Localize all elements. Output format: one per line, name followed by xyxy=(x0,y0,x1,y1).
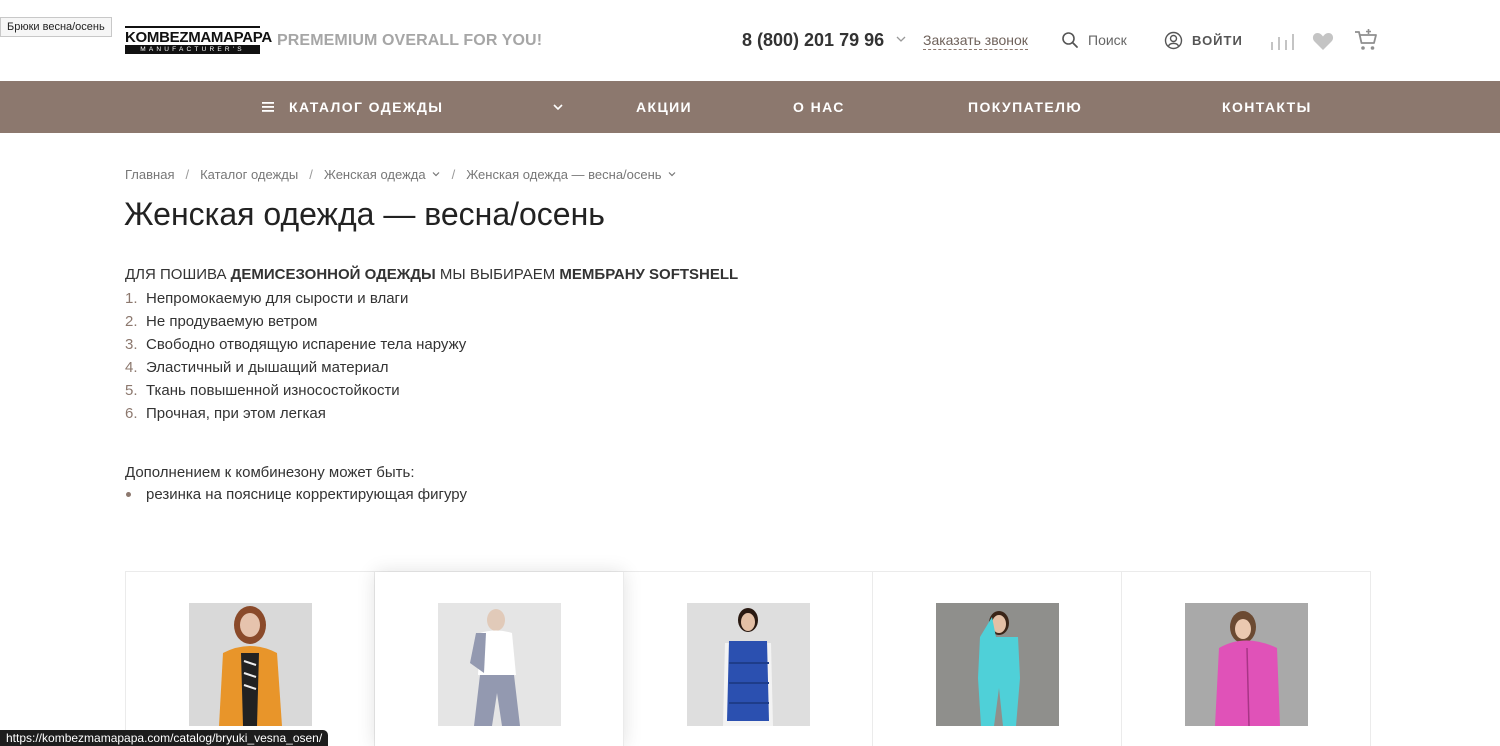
product-image[interactable] xyxy=(189,603,312,726)
chevron-down-icon[interactable] xyxy=(667,169,677,179)
product-image[interactable] xyxy=(438,603,561,726)
list-text: Эластичный и дышащий материал xyxy=(146,359,389,376)
nav-contacts[interactable]: КОНТАКТЫ xyxy=(1222,81,1312,133)
cart-icon[interactable] xyxy=(1354,28,1378,52)
status-bar-url: https://kombezmamapapa.com/catalog/bryuk… xyxy=(0,730,329,746)
intro-bold: ДЕМИСЕЗОННОЙ ОДЕЖДЫ xyxy=(230,266,436,283)
nav-sale[interactable]: АКЦИИ xyxy=(636,81,692,133)
list-item: 5. Ткань повышенной износостойкости xyxy=(125,379,466,402)
nav-buyer[interactable]: ПОКУПАТЕЛЮ xyxy=(968,81,1082,133)
header: KOMBEZMAMAPAPA MANUFACTURER'S PREMEMIUM … xyxy=(0,0,1500,81)
logo[interactable]: KOMBEZMAMAPAPA MANUFACTURER'S xyxy=(125,26,272,56)
addon-item: резинка на пояснице корректирующая фигур… xyxy=(125,485,467,503)
product-card[interactable] xyxy=(624,572,873,746)
slogan: PREMEMIUM OVERALL FOR YOU! xyxy=(277,32,543,49)
features-list: 1. Непромокаемую для сырости и влаги 2. Не… xyxy=(125,287,466,425)
list-item: 6. Прочная, при этом легкая xyxy=(125,402,466,425)
list-number: 4. xyxy=(125,359,138,376)
list-item: 4. Эластичный и дышащий материал xyxy=(125,356,466,379)
list-number: 3. xyxy=(125,336,138,353)
product-card[interactable] xyxy=(873,572,1122,746)
main-nav: КАТАЛОГ ОДЕЖДЫ АКЦИИ О НАС ПОКУПАТЕЛЮ КО… xyxy=(0,81,1500,133)
page-title: Женская одежда — весна/осень xyxy=(124,196,605,232)
list-number: 2. xyxy=(125,313,138,330)
breadcrumb-women[interactable]: Женская одежда xyxy=(324,167,426,182)
list-number: 6. xyxy=(125,405,138,422)
nav-about[interactable]: О НАС xyxy=(793,81,845,133)
logo-subtitle: MANUFACTURER'S xyxy=(125,45,260,54)
logo-wordmark: KOMBEZMAMAPAPA xyxy=(125,26,272,46)
product-card[interactable] xyxy=(1122,572,1371,746)
list-text: Ткань повышенной износостойкости xyxy=(146,382,400,399)
chevron-down-icon[interactable] xyxy=(552,101,564,113)
login-button[interactable]: ВОЙТИ xyxy=(1164,30,1243,50)
tooltip: Брюки весна/осень xyxy=(0,17,112,37)
chevron-down-icon[interactable] xyxy=(431,169,441,179)
product-image[interactable] xyxy=(936,603,1059,726)
list-number: 5. xyxy=(125,382,138,399)
breadcrumb-separator: / xyxy=(309,166,313,182)
breadcrumb-separator: / xyxy=(185,166,190,182)
user-icon xyxy=(1164,31,1183,49)
bullet-icon xyxy=(126,491,131,497)
breadcrumb: Главная / Каталог одежды / Женская одежд… xyxy=(125,166,677,182)
list-item: 2. Не продуваемую ветром xyxy=(125,310,466,333)
product-image[interactable] xyxy=(687,603,810,726)
list-item: 3. Свободно отводящую испарение тела нару… xyxy=(125,333,466,356)
product-image[interactable] xyxy=(1185,603,1308,726)
chevron-down-icon[interactable] xyxy=(895,32,907,46)
breadcrumb-separator: / xyxy=(451,166,456,182)
heart-icon[interactable] xyxy=(1312,31,1334,51)
product-card[interactable] xyxy=(375,572,624,746)
compare-icon[interactable] xyxy=(1270,31,1294,51)
callback-link[interactable]: Заказать звонок xyxy=(923,32,1028,50)
login-label: ВОЙТИ xyxy=(1192,32,1243,48)
addon-title: Дополнением к комбинезону может быть: xyxy=(125,464,415,481)
list-number: 1. xyxy=(125,290,138,307)
intro-text: ДЛЯ ПОШИВА ДЕМИСЕЗОННОЙ ОДЕЖДЫ МЫ ВЫБИРА… xyxy=(125,266,738,283)
addon-text: резинка на пояснице корректирующая фигур… xyxy=(146,485,467,503)
breadcrumb-catalog[interactable]: Каталог одежды xyxy=(200,167,298,182)
list-text: Свободно отводящую испарение тела наружу xyxy=(146,336,467,353)
nav-catalog[interactable]: КАТАЛОГ ОДЕЖДЫ xyxy=(262,81,443,133)
product-grid xyxy=(125,571,1371,746)
search-button[interactable]: Поиск xyxy=(1061,30,1127,50)
phone-number[interactable]: 8 (800) 201 79 96 xyxy=(742,30,884,51)
nav-catalog-label: КАТАЛОГ ОДЕЖДЫ xyxy=(289,99,444,115)
product-card[interactable] xyxy=(126,572,375,746)
list-text: Не продуваемую ветром xyxy=(146,313,318,330)
intro-part: ДЛЯ ПОШИВА xyxy=(125,266,231,283)
breadcrumb-home[interactable]: Главная xyxy=(125,167,174,182)
breadcrumb-current[interactable]: Женская одежда — весна/осень xyxy=(466,167,661,182)
search-label: Поиск xyxy=(1088,32,1127,48)
list-text: Прочная, при этом легкая xyxy=(146,405,326,422)
intro-bold: МЕМБРАНУ SOFTSHELL xyxy=(559,266,739,283)
list-item: 1. Непромокаемую для сырости и влаги xyxy=(125,287,466,310)
list-text: Непромокаемую для сырости и влаги xyxy=(146,290,409,307)
menu-icon xyxy=(262,102,274,112)
search-icon xyxy=(1062,32,1078,48)
intro-part: МЫ ВЫБИРАЕМ xyxy=(435,266,560,283)
